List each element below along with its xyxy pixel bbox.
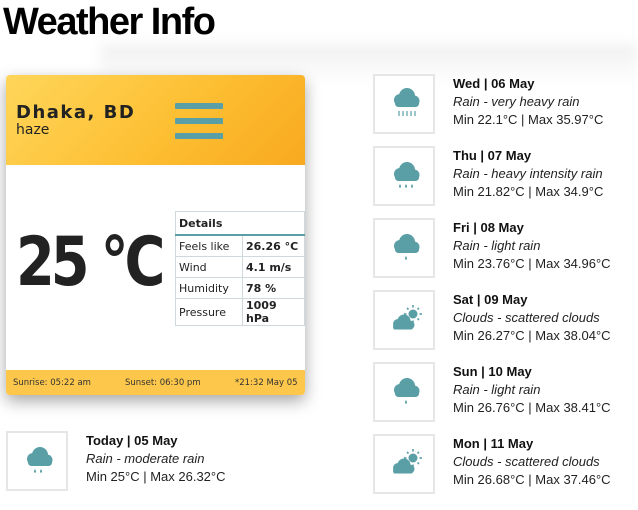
sunrise-time: Sunrise: 05:22 am bbox=[13, 378, 91, 388]
weather-icon-box bbox=[373, 434, 435, 494]
light-rain-cloud-icon bbox=[394, 378, 420, 404]
detail-value: 1009 hPa bbox=[242, 298, 305, 326]
forecast-description: Clouds - scattered clouds bbox=[453, 454, 600, 469]
forecast-description: Rain - light rain bbox=[453, 238, 541, 253]
forecast-day-title: Fri | 08 May bbox=[453, 220, 524, 235]
details-row: Feels like 26.26 °C bbox=[175, 234, 305, 257]
page-title: Weather Info bbox=[3, 1, 216, 43]
sun-cloud-icon bbox=[393, 449, 422, 475]
menu-bar bbox=[175, 118, 223, 124]
forecast-temp-range: Min 26.27°C | Max 38.04°C bbox=[453, 328, 611, 343]
forecast-item-today: Today | 05 May Rain - moderate rain Min … bbox=[6, 431, 286, 495]
forecast-item: Fri | 08 May Rain - light rain Min 23.76… bbox=[373, 218, 635, 282]
forecast-description: Rain - heavy intensity rain bbox=[453, 166, 603, 181]
forecast-item: Mon | 11 May Clouds - scattered clouds M… bbox=[373, 434, 635, 498]
forecast-day-title: Sun | 10 May bbox=[453, 364, 532, 379]
forecast-temp-range: Min 26.68°C | Max 37.46°C bbox=[453, 472, 611, 487]
forecast-day-title: Mon | 11 May bbox=[453, 436, 534, 451]
forecast-temp-range: Min 21.82°C | Max 34.9°C bbox=[453, 184, 604, 199]
details-row: Wind 4.1 m/s bbox=[175, 256, 305, 278]
forecast-day-title: Sat | 09 May bbox=[453, 292, 528, 307]
card-header: Dhaka, BD haze bbox=[6, 75, 305, 165]
updated-time: *21:32 May 05 bbox=[235, 378, 298, 388]
menu-bar bbox=[175, 133, 223, 139]
card-footer: Sunrise: 05:22 am Sunset: 06:30 pm *21:3… bbox=[6, 370, 305, 395]
rain-cloud-icon bbox=[27, 447, 53, 473]
sun-cloud-icon bbox=[393, 305, 422, 331]
weather-icon-box bbox=[373, 362, 435, 422]
forecast-day-title: Thu | 07 May bbox=[453, 148, 532, 163]
light-rain-cloud-icon bbox=[394, 234, 420, 260]
details-table: Details Feels like 26.26 °C Wind 4.1 m/s… bbox=[175, 211, 305, 326]
detail-value: 26.26 °C bbox=[242, 234, 305, 257]
current-condition: haze bbox=[16, 122, 50, 138]
forecast-description: Rain - very heavy rain bbox=[453, 94, 580, 109]
forecast-temp-range: Min 25°C | Max 26.32°C bbox=[86, 469, 226, 484]
sunset-time: Sunset: 06:30 pm bbox=[125, 378, 201, 388]
forecast-temp-range: Min 23.76°C | Max 34.96°C bbox=[453, 256, 611, 271]
city-name: Dhaka, BD bbox=[16, 102, 136, 123]
weather-icon-box bbox=[373, 218, 435, 278]
weather-icon-box bbox=[6, 431, 68, 491]
menu-bar bbox=[175, 103, 223, 109]
weather-icon-box bbox=[373, 290, 435, 350]
detail-label: Humidity bbox=[175, 277, 243, 299]
forecast-description: Rain - moderate rain bbox=[86, 451, 205, 466]
forecast-description: Rain - light rain bbox=[453, 382, 541, 397]
details-header: Details bbox=[175, 211, 305, 236]
forecast-item: Thu | 07 May Rain - heavy intensity rain… bbox=[373, 146, 635, 210]
rain-cloud-icon bbox=[394, 162, 420, 188]
current-temperature: 25 °C bbox=[16, 223, 165, 302]
detail-label: Wind bbox=[175, 256, 243, 278]
forecast-description: Clouds - scattered clouds bbox=[453, 310, 600, 325]
forecast-item: Wed | 06 May Rain - very heavy rain Min … bbox=[373, 74, 635, 138]
hamburger-menu-icon[interactable] bbox=[175, 103, 223, 141]
detail-value: 4.1 m/s bbox=[242, 256, 305, 278]
forecast-item: Sun | 10 May Rain - light rain Min 26.76… bbox=[373, 362, 635, 426]
forecast-temp-range: Min 22.1°C | Max 35.97°C bbox=[453, 112, 604, 127]
forecast-day-title: Wed | 06 May bbox=[453, 76, 535, 91]
detail-label: Pressure bbox=[175, 298, 243, 326]
forecast-item: Sat | 09 May Clouds - scattered clouds M… bbox=[373, 290, 635, 354]
details-row: Humidity 78 % bbox=[175, 277, 305, 299]
current-weather-card: Dhaka, BD haze 25 °C Details Feels like … bbox=[6, 75, 305, 395]
detail-value: 78 % bbox=[242, 277, 305, 299]
heavy-rain-cloud-icon bbox=[394, 88, 420, 116]
forecast-day-title: Today | 05 May bbox=[86, 433, 178, 448]
details-row: Pressure 1009 hPa bbox=[175, 298, 305, 326]
weather-icon-box bbox=[373, 146, 435, 206]
forecast-temp-range: Min 26.76°C | Max 38.41°C bbox=[453, 400, 611, 415]
weather-icon-box bbox=[373, 74, 435, 134]
detail-label: Feels like bbox=[175, 234, 243, 257]
